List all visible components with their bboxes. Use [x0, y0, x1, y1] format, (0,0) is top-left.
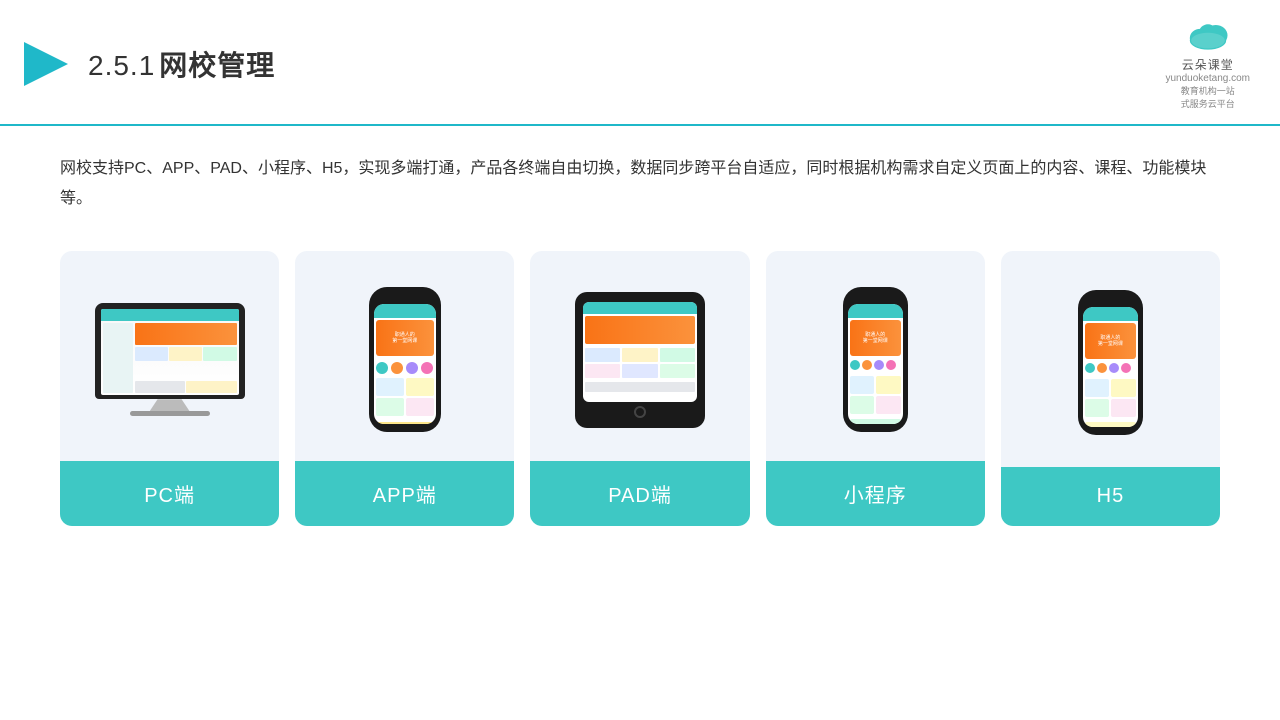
tablet-mockup: [575, 292, 705, 428]
card-pc-image: [60, 251, 279, 461]
header-left: 2.5.1网校管理: [20, 38, 275, 90]
card-h5-label: H5: [1001, 467, 1220, 526]
card-mini-label: 小程序: [766, 461, 985, 526]
card-h5-image: 职通人的第一堂网课: [1001, 251, 1220, 467]
header: 2.5.1网校管理 云朵课堂 yunduoketang.com 教育机构一站式服…: [0, 0, 1280, 126]
h5-phone-mockup: 职通人的第一堂网课: [1078, 290, 1143, 435]
mini-phone-mockup: 职通人的第一堂网课: [843, 287, 908, 432]
logo-area: 云朵课堂 yunduoketang.com 教育机构一站式服务云平台: [1165, 18, 1250, 110]
card-pc-label: PC端: [60, 461, 279, 526]
pc-mockup: [95, 303, 245, 416]
card-pad-image: [530, 251, 749, 461]
play-icon: [20, 38, 72, 90]
app-phone-mockup: 职通人的第一堂网课: [369, 287, 441, 432]
logo-cloud-icon: [1182, 18, 1234, 54]
cards-container: PC端 职通人的第一堂网课: [60, 251, 1220, 526]
main-content: 网校支持PC、APP、PAD、小程序、H5，实现多端打通，产品各终端自由切换，数…: [0, 126, 1280, 546]
card-pad-label: PAD端: [530, 461, 749, 526]
card-h5: 职通人的第一堂网课: [1001, 251, 1220, 526]
card-app-image: 职通人的第一堂网课: [295, 251, 514, 461]
page-title: 2.5.1网校管理: [88, 44, 275, 84]
card-mini-program: 职通人的第一堂网课: [766, 251, 985, 526]
description-text: 网校支持PC、APP、PAD、小程序、H5，实现多端打通，产品各终端自由切换，数…: [60, 154, 1220, 215]
logo-name: 云朵课堂: [1182, 56, 1234, 73]
card-app: 职通人的第一堂网课: [295, 251, 514, 526]
logo-tagline: 教育机构一站式服务云平台: [1181, 84, 1235, 110]
card-app-label: APP端: [295, 461, 514, 526]
card-mini-image: 职通人的第一堂网课: [766, 251, 985, 461]
card-pc: PC端: [60, 251, 279, 526]
logo-url: yunduoketang.com: [1165, 73, 1250, 84]
card-pad: PAD端: [530, 251, 749, 526]
